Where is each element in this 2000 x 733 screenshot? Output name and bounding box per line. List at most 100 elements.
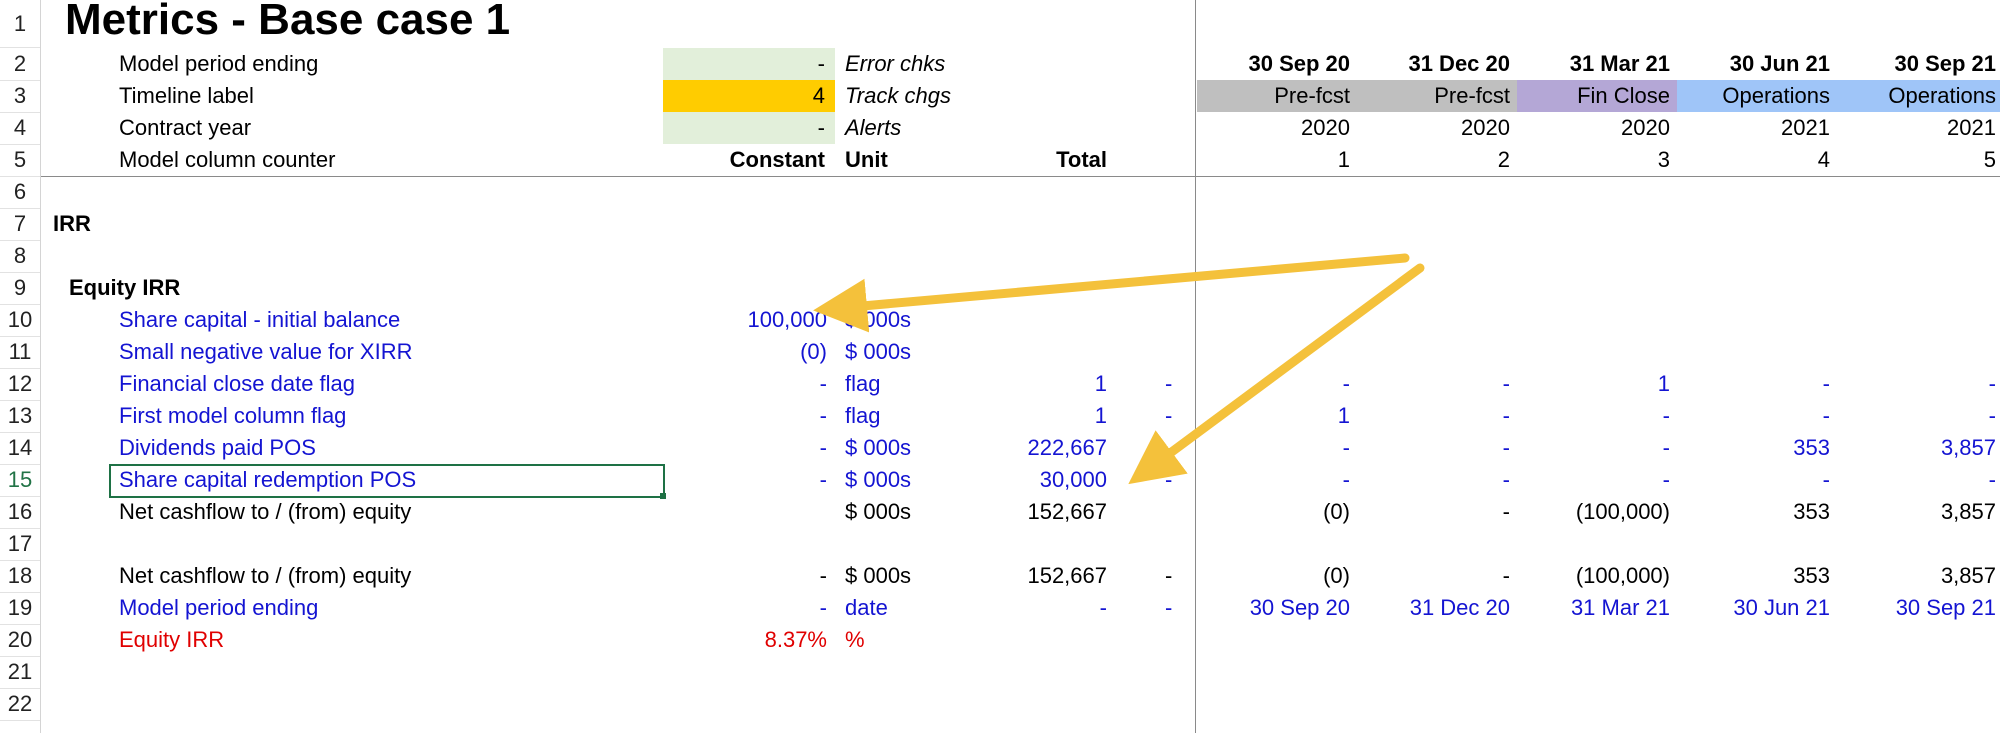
r15-unit[interactable]: $ 000s <box>845 464 911 496</box>
r14-label[interactable]: Dividends paid POS <box>119 432 316 464</box>
row-header-20[interactable]: 20 <box>0 624 40 656</box>
row-header-21[interactable]: 21 <box>0 656 40 688</box>
timeline-year-5[interactable]: 2021 <box>1837 112 1996 144</box>
r13-constant[interactable]: - <box>663 400 827 432</box>
r19-period-4[interactable]: 30 Jun 21 <box>1677 592 1830 624</box>
r11-constant[interactable]: (0) <box>663 336 827 368</box>
r14-total[interactable]: 222,667 <box>1001 432 1107 464</box>
r15-period-4[interactable]: - <box>1677 464 1830 496</box>
r19-period-1[interactable]: 30 Sep 20 <box>1197 592 1350 624</box>
r12-check-flag[interactable]: - <box>1165 368 1172 400</box>
r15-period-5[interactable]: - <box>1837 464 1996 496</box>
r13-period-2[interactable]: - <box>1357 400 1510 432</box>
r14-period-4[interactable]: 353 <box>1677 432 1830 464</box>
model-period-value[interactable]: - <box>663 48 825 80</box>
r10-unit[interactable]: $ 000s <box>845 304 911 336</box>
r13-label[interactable]: First model column flag <box>119 400 346 432</box>
r19-label[interactable]: Model period ending <box>119 592 318 624</box>
r16-unit[interactable]: $ 000s <box>845 496 911 528</box>
timeline-counter-3[interactable]: 3 <box>1517 144 1670 176</box>
r15-constant[interactable]: - <box>663 464 827 496</box>
r15-check-flag[interactable]: - <box>1165 464 1172 496</box>
r19-period-3[interactable]: 31 Mar 21 <box>1517 592 1670 624</box>
row-header-4[interactable]: 4 <box>0 112 40 144</box>
timeline-year-1[interactable]: 2020 <box>1197 112 1350 144</box>
r10-constant[interactable]: 100,000 <box>663 304 827 336</box>
r19-period-2[interactable]: 31 Dec 20 <box>1357 592 1510 624</box>
timeline-date-4[interactable]: 30 Jun 21 <box>1677 48 1830 80</box>
r19-check-flag[interactable]: - <box>1165 592 1172 624</box>
r13-unit[interactable]: flag <box>845 400 880 432</box>
r18-period-5[interactable]: 3,857 <box>1837 560 1996 592</box>
row-header-18[interactable]: 18 <box>0 560 40 592</box>
r14-period-3[interactable]: - <box>1517 432 1670 464</box>
timeline-phase-2[interactable]: Pre-fcst <box>1357 80 1510 112</box>
timeline-phase-3[interactable]: Fin Close <box>1517 80 1670 112</box>
r15-period-3[interactable]: - <box>1517 464 1670 496</box>
r12-period-4[interactable]: - <box>1677 368 1830 400</box>
r16-period-1[interactable]: (0) <box>1197 496 1350 528</box>
row-header-2[interactable]: 2 <box>0 48 40 80</box>
sheet-grid[interactable]: Metrics - Base case 1 Model period endin… <box>41 0 2000 733</box>
r16-period-2[interactable]: - <box>1357 496 1510 528</box>
timeline-counter-1[interactable]: 1 <box>1197 144 1350 176</box>
r13-period-1[interactable]: 1 <box>1197 400 1350 432</box>
r20-label[interactable]: Equity IRR <box>119 624 224 656</box>
timeline-date-5[interactable]: 30 Sep 21 <box>1837 48 1996 80</box>
r13-total[interactable]: 1 <box>1001 400 1107 432</box>
r15-period-1[interactable]: - <box>1197 464 1350 496</box>
r11-label[interactable]: Small negative value for XIRR <box>119 336 412 368</box>
timeline-year-2[interactable]: 2020 <box>1357 112 1510 144</box>
r18-period-3[interactable]: (100,000) <box>1517 560 1670 592</box>
r10-label[interactable]: Share capital - initial balance <box>119 304 400 336</box>
row-header-8[interactable]: 8 <box>0 240 40 272</box>
r18-total[interactable]: 152,667 <box>1001 560 1107 592</box>
r12-period-2[interactable]: - <box>1357 368 1510 400</box>
timeline-year-4[interactable]: 2021 <box>1677 112 1830 144</box>
r12-label[interactable]: Financial close date flag <box>119 368 355 400</box>
row-header-10[interactable]: 10 <box>0 304 40 336</box>
timeline-date-2[interactable]: 31 Dec 20 <box>1357 48 1510 80</box>
timeline-counter-2[interactable]: 2 <box>1357 144 1510 176</box>
row-header-11[interactable]: 11 <box>0 336 40 368</box>
row-header-13[interactable]: 13 <box>0 400 40 432</box>
r14-check-flag[interactable]: - <box>1165 432 1172 464</box>
row-header-6[interactable]: 6 <box>0 176 40 208</box>
timeline-counter-4[interactable]: 4 <box>1677 144 1830 176</box>
row-header-16[interactable]: 16 <box>0 496 40 528</box>
r16-total[interactable]: 152,667 <box>1001 496 1107 528</box>
r18-period-1[interactable]: (0) <box>1197 560 1350 592</box>
r12-total[interactable]: 1 <box>1001 368 1107 400</box>
r18-period-2[interactable]: - <box>1357 560 1510 592</box>
row-header-3[interactable]: 3 <box>0 80 40 112</box>
r19-constant[interactable]: - <box>663 592 827 624</box>
row-header-1[interactable]: 1 <box>0 8 40 40</box>
r14-constant[interactable]: - <box>663 432 827 464</box>
timeline-value[interactable]: 4 <box>663 80 825 112</box>
r20-constant[interactable]: 8.37% <box>663 624 827 656</box>
r14-period-1[interactable]: - <box>1197 432 1350 464</box>
timeline-year-3[interactable]: 2020 <box>1517 112 1670 144</box>
r20-unit[interactable]: % <box>845 624 865 656</box>
r16-period-5[interactable]: 3,857 <box>1837 496 1996 528</box>
r18-unit[interactable]: $ 000s <box>845 560 911 592</box>
r15-total[interactable]: 30,000 <box>1001 464 1107 496</box>
row-header-14[interactable]: 14 <box>0 432 40 464</box>
row-header-17[interactable]: 17 <box>0 528 40 560</box>
r12-period-3[interactable]: 1 <box>1517 368 1670 400</box>
timeline-date-3[interactable]: 31 Mar 21 <box>1517 48 1670 80</box>
r12-unit[interactable]: flag <box>845 368 880 400</box>
r12-period-5[interactable]: - <box>1837 368 1996 400</box>
timeline-phase-5[interactable]: Operations <box>1837 80 1996 112</box>
row-header-15[interactable]: 15 <box>0 464 40 496</box>
r19-period-5[interactable]: 30 Sep 21 <box>1837 592 1996 624</box>
r12-period-1[interactable]: - <box>1197 368 1350 400</box>
r12-constant[interactable]: - <box>663 368 827 400</box>
row-header-22[interactable]: 22 <box>0 688 40 720</box>
r19-total[interactable]: - <box>1001 592 1107 624</box>
r16-period-4[interactable]: 353 <box>1677 496 1830 528</box>
r18-check-flag[interactable]: - <box>1165 560 1172 592</box>
timeline-date-1[interactable]: 30 Sep 20 <box>1197 48 1350 80</box>
row-header-7[interactable]: 7 <box>0 208 40 240</box>
selected-cell-outline[interactable] <box>109 464 665 498</box>
